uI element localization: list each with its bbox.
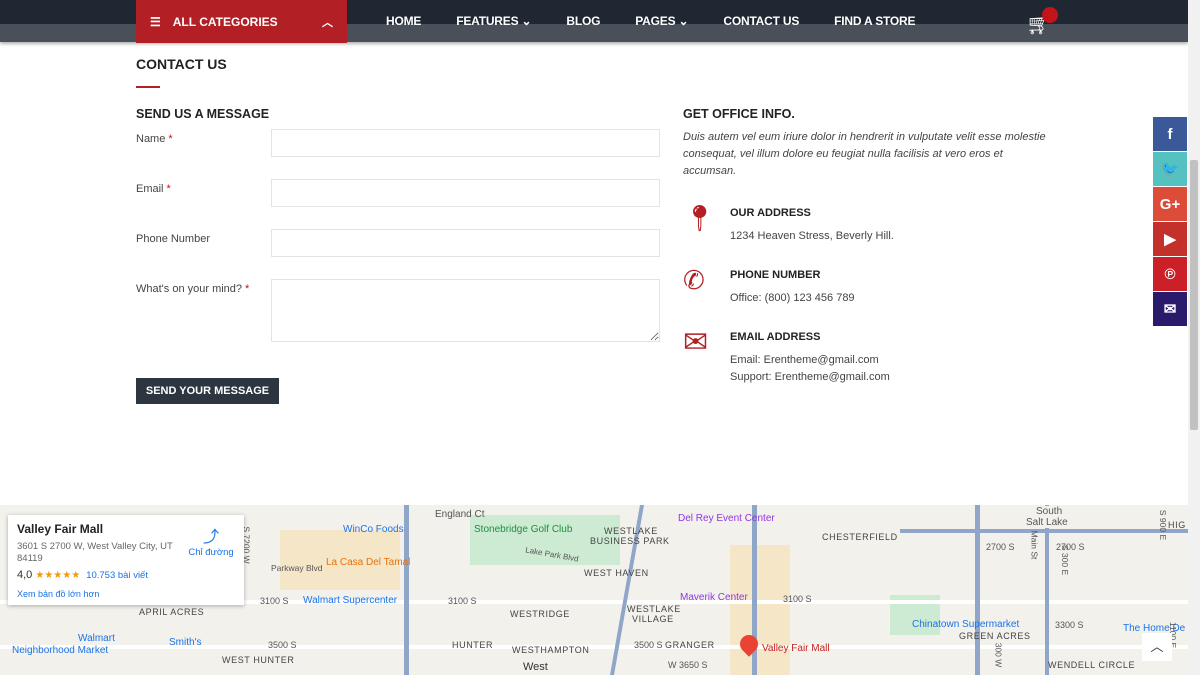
map-pin-icon: 📍︎ xyxy=(683,203,717,233)
map-label: 3100 S xyxy=(260,596,289,606)
map-label: WENDELL CIRCLE xyxy=(1048,660,1136,670)
email-input[interactable] xyxy=(271,179,660,207)
name-input[interactable] xyxy=(271,129,660,157)
map-label: GRANGER xyxy=(665,640,715,650)
chevron-up-icon[interactable]: ︿ xyxy=(1142,633,1172,661)
star-rating-icon: ★★★★★ xyxy=(35,570,81,581)
envelope-icon: ✉ xyxy=(683,326,709,359)
map-label: S 900 E xyxy=(1158,509,1169,541)
form-heading: SEND US A MESSAGE xyxy=(136,107,270,121)
map-label: 3100 S xyxy=(448,596,477,606)
place-rating: 4,0 ★★★★★ 10.753 bài viết xyxy=(17,569,148,581)
youtube-icon[interactable]: ▶ xyxy=(1153,222,1187,256)
map-label: 2700 S xyxy=(986,542,1015,552)
map-label: HUNTER xyxy=(452,640,494,650)
envelope-icon[interactable]: ✉ xyxy=(1153,292,1187,326)
map-label: Main St xyxy=(1029,530,1040,560)
map-label: APRIL ACRES xyxy=(139,607,205,617)
map-label: Valley Fair Mall xyxy=(762,643,830,654)
map-label: Neighborhood Market xyxy=(12,645,109,656)
map-highway xyxy=(900,529,1188,533)
map-label: S 300 E xyxy=(1060,544,1071,576)
send-message-button[interactable]: SEND YOUR MESSAGE xyxy=(136,378,279,404)
nav-features[interactable]: FEATURES ⌄ xyxy=(456,14,531,28)
twitter-icon[interactable]: 🐦 xyxy=(1153,152,1187,186)
place-info-card: Valley Fair Mall 3601 S 2700 W, West Val… xyxy=(8,515,244,605)
map-label: Parkway Blvd xyxy=(271,563,323,573)
map-area xyxy=(730,545,790,675)
address-block: OUR ADDRESS 1234 Heaven Stress, Beverly H… xyxy=(730,207,894,242)
map-label: Salt Lake xyxy=(1025,517,1069,528)
map-label: GREEN ACRES xyxy=(959,631,1031,641)
office-intro: Duis autem vel eum iriure dolor in hendr… xyxy=(683,131,1046,177)
nav-home[interactable]: HOME xyxy=(386,14,421,28)
map-label: CHESTERFIELD xyxy=(822,532,898,542)
map-label: WinCo Foods xyxy=(343,524,404,535)
map-label: W 3650 S xyxy=(668,660,708,670)
office-heading: GET OFFICE INFO. xyxy=(683,107,795,121)
facebook-icon[interactable]: f xyxy=(1153,117,1187,151)
title-underline xyxy=(136,86,160,88)
directions-button[interactable]: ⤴ Chỉ đường xyxy=(186,523,236,558)
page-scrollbar[interactable] xyxy=(1188,0,1200,675)
nav-pages[interactable]: PAGES ⌄ xyxy=(635,14,688,28)
map-label: La Casa Del Tamal xyxy=(326,557,411,568)
message-label: What's on your mind? * xyxy=(136,283,250,295)
reviews-link[interactable]: 10.753 bài viết xyxy=(86,570,148,581)
google-plus-icon[interactable]: G+ xyxy=(1153,187,1187,221)
map-label: WESTRIDGE xyxy=(510,609,570,619)
map-label: 3500 S xyxy=(268,640,297,650)
message-textarea[interactable] xyxy=(271,279,660,342)
all-categories-button[interactable]: ☰ ALL CATEGORIES ︿ xyxy=(136,0,347,43)
map-label: 3100 S xyxy=(783,594,812,604)
map-label: Smith's xyxy=(169,637,202,648)
map-label: VILLAGE xyxy=(632,614,674,624)
map-label: WEST HAVEN xyxy=(584,568,649,578)
phone-label: Phone Number xyxy=(136,233,210,245)
map-label: Walmart Supercenter xyxy=(303,595,398,606)
place-address: 3601 S 2700 W, West Valley City, UT 8411… xyxy=(17,541,173,564)
map-label: WESTLAKE xyxy=(627,604,681,614)
phone-input[interactable] xyxy=(271,229,660,257)
map-label: WESTHAMPTON xyxy=(512,645,590,655)
cart-count-badge xyxy=(1042,7,1058,23)
map-label: WEST HUNTER xyxy=(222,655,295,665)
nav-blog[interactable]: BLOG xyxy=(566,14,600,28)
map-label: 3500 S xyxy=(634,640,663,650)
map-label: 3300 S xyxy=(1055,620,1084,630)
map-label: Chinatown Supermarket xyxy=(912,619,1020,630)
map-label: South xyxy=(1035,506,1064,517)
main-nav: HOME FEATURES ⌄ BLOG PAGES ⌄ CONTACT US … xyxy=(386,14,950,28)
google-map[interactable]: England Ct WinCo Foods Stonebridge Golf … xyxy=(0,505,1188,675)
page-title: CONTACT US xyxy=(136,56,227,72)
nav-find-a-store[interactable]: FIND A STORE xyxy=(834,14,915,28)
map-highway xyxy=(404,505,409,675)
email-block: EMAIL ADDRESS Email: Erentheme@gmail.com S… xyxy=(730,331,890,383)
chevron-up-icon: ︿ xyxy=(322,16,333,29)
phone-block: PHONE NUMBER Office: (800) 123 456 789 xyxy=(730,269,855,304)
map-label: England Ct xyxy=(435,509,485,520)
map-label: 300 W xyxy=(993,642,1004,668)
map-label: BUSINESS PARK xyxy=(590,536,670,546)
map-label: Stonebridge Golf Club xyxy=(474,524,573,535)
map-label: Walmart xyxy=(78,633,115,644)
view-larger-map-link[interactable]: Xem bản đồ lớn hơn xyxy=(17,589,235,599)
map-label: WESTLAKE xyxy=(604,526,658,536)
pinterest-icon[interactable]: ℗ xyxy=(1153,257,1187,291)
name-label: Name * xyxy=(136,133,173,145)
map-label: Maverik Center xyxy=(680,592,748,603)
map-label: Del Rey Event Center xyxy=(678,513,775,524)
map-label: HIG xyxy=(1168,520,1186,530)
nav-contact-us[interactable]: CONTACT US xyxy=(723,14,799,28)
directions-icon: ⤴ xyxy=(202,529,219,546)
map-label: West xyxy=(523,661,548,673)
email-label: Email * xyxy=(136,183,171,195)
scrollbar-thumb[interactable] xyxy=(1190,160,1198,430)
phone-icon: ✆ xyxy=(683,265,705,295)
menu-icon: ☰ xyxy=(150,14,161,29)
